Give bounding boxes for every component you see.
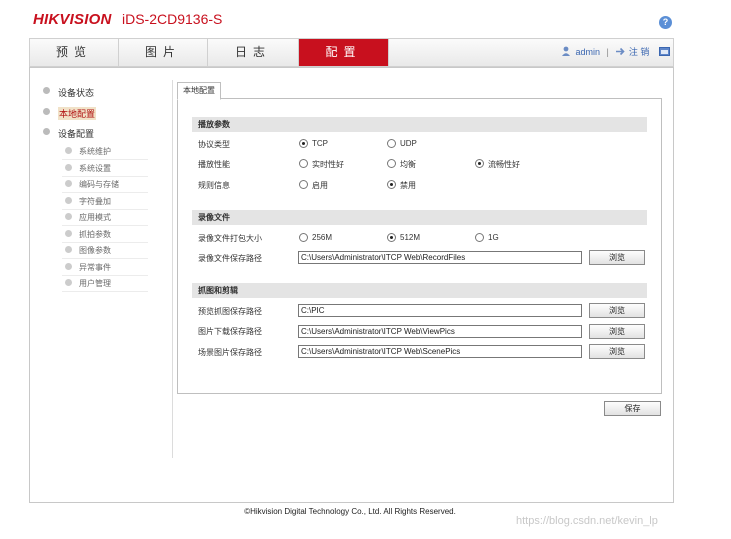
section-record-files: 录像文件: [192, 210, 647, 225]
submenu-bullet-icon: [65, 163, 72, 171]
sidebar-subitem-system-maintenance[interactable]: 系统维护: [79, 146, 111, 157]
download-path-label: 图片下载保存路径: [198, 327, 262, 336]
radio-tcp[interactable]: [299, 139, 308, 148]
radio-udp-label: UDP: [400, 139, 417, 148]
radio-fluency[interactable]: [475, 159, 484, 168]
submenu-divider: [62, 175, 148, 177]
submenu-divider: [62, 258, 148, 259]
sidebar-subitem-capture-params[interactable]: 抓拍参数: [79, 229, 111, 240]
submenu-divider: [62, 225, 148, 226]
preview-path-input[interactable]: C:\PIC: [298, 304, 582, 317]
submenu-divider: [62, 208, 148, 210]
radio-512m[interactable]: [387, 233, 396, 242]
submenu-bullet-icon: [65, 180, 72, 187]
performance-label: 播放性能: [198, 160, 230, 169]
sidebar-item-device-status[interactable]: 设备状态: [58, 86, 94, 99]
radio-rules-disable-label: 禁用: [400, 181, 416, 190]
submenu-divider: [62, 274, 148, 276]
scene-path-input[interactable]: C:\Users\Administrator\ITCP Web\ScenePic…: [298, 345, 582, 358]
sidebar-subitem-app-mode[interactable]: 应用模式: [79, 212, 111, 223]
sidebar-subitem-image-params[interactable]: 图像参数: [79, 245, 111, 256]
radio-rules-disable[interactable]: [387, 180, 396, 189]
bullet-icon: [43, 128, 50, 135]
radio-balanced[interactable]: [387, 159, 396, 168]
window-icon[interactable]: [658, 47, 670, 56]
logout-arrow-icon: [616, 47, 626, 56]
radio-1g-label: 1G: [488, 233, 499, 242]
tab-local-config[interactable]: 本地配置: [177, 82, 221, 100]
browse-download-button[interactable]: 浏览: [589, 324, 645, 339]
scene-path-label: 场景图片保存路径: [198, 348, 262, 357]
radio-512m-label: 512M: [400, 233, 421, 242]
submenu-divider: [62, 159, 148, 160]
tab-preview[interactable]: 预览: [30, 39, 119, 66]
radio-realtime[interactable]: [299, 159, 308, 168]
radio-fluency-label: 流畅性好: [488, 160, 520, 169]
submenu-bullet-icon: [65, 147, 72, 154]
rules-label: 规则信息: [198, 181, 230, 190]
user-icon: [562, 46, 570, 56]
record-path-label: 录像文件保存路径: [198, 254, 262, 263]
browse-record-button[interactable]: 浏览: [589, 250, 645, 265]
tab-config[interactable]: 配置: [299, 39, 389, 66]
tab-log[interactable]: 日志: [208, 39, 299, 66]
record-path-input[interactable]: C:\Users\Administrator\ITCP Web\RecordFi…: [298, 251, 582, 264]
submenu-bullet-icon: [65, 246, 72, 253]
help-icon[interactable]: ?: [659, 16, 672, 29]
download-path-input[interactable]: C:\Users\Administrator\ITCP Web\ViewPics: [298, 325, 582, 338]
save-button[interactable]: 保存: [604, 401, 661, 416]
radio-udp[interactable]: [387, 139, 396, 148]
protocol-label: 协议类型: [198, 140, 230, 149]
radio-256m-label: 256M: [312, 233, 333, 242]
username: admin: [575, 47, 601, 57]
logout-link[interactable]: 注 销: [629, 47, 650, 57]
submenu-divider: [62, 291, 148, 292]
radio-rules-enable-label: 启用: [312, 181, 328, 190]
record-size-label: 录像文件打包大小: [198, 234, 262, 243]
sidebar-subitem-encoding-storage[interactable]: 编码与存储: [79, 179, 119, 190]
radio-balanced-label: 均衡: [400, 160, 416, 169]
sidebar-subitem-user-management[interactable]: 用户管理: [79, 278, 111, 289]
sidebar-subitem-system-settings[interactable]: 系统设置: [79, 163, 111, 174]
sidebar-subitem-osd[interactable]: 字符叠加: [79, 196, 111, 207]
sidebar-item-device-config[interactable]: 设备配置: [58, 127, 94, 140]
submenu-bullet-icon: [65, 229, 72, 237]
watermark: https://blog.csdn.net/kevin_lp: [516, 515, 658, 527]
radio-rules-enable[interactable]: [299, 180, 308, 189]
bullet-icon: [43, 108, 50, 115]
device-model: iDS-2CD9136-S: [122, 11, 223, 27]
submenu-divider: [62, 241, 148, 243]
radio-1g[interactable]: [475, 233, 484, 242]
hikvision-logo: HIKVISION: [33, 11, 112, 28]
tab-picture[interactable]: 图片: [119, 39, 208, 66]
main-nav: 预览 图片 日志 配置 admin | 注 销: [29, 38, 674, 67]
user-area: admin | 注 销: [561, 39, 670, 66]
bullet-icon: [43, 87, 50, 94]
submenu-bullet-icon: [65, 196, 72, 204]
sidebar-subitem-exceptions[interactable]: 异常事件: [79, 262, 111, 273]
radio-tcp-label: TCP: [312, 139, 328, 148]
section-play-params: 播放参数: [192, 117, 647, 132]
submenu-bullet-icon: [65, 213, 72, 220]
section-capture: 抓图和剪辑: [192, 283, 647, 298]
radio-realtime-label: 实时性好: [312, 160, 344, 169]
submenu-bullet-icon: [65, 279, 72, 286]
sidebar-divider: [172, 80, 173, 458]
submenu-divider: [62, 192, 148, 193]
browse-scene-button[interactable]: 浏览: [589, 344, 645, 359]
sidebar-item-local-config[interactable]: 本地配置: [58, 107, 97, 120]
submenu-bullet-icon: [65, 262, 72, 270]
radio-256m[interactable]: [299, 233, 308, 242]
browse-preview-button[interactable]: 浏览: [589, 303, 645, 318]
separator: |: [606, 47, 609, 57]
preview-path-label: 预览抓图保存路径: [198, 307, 262, 316]
